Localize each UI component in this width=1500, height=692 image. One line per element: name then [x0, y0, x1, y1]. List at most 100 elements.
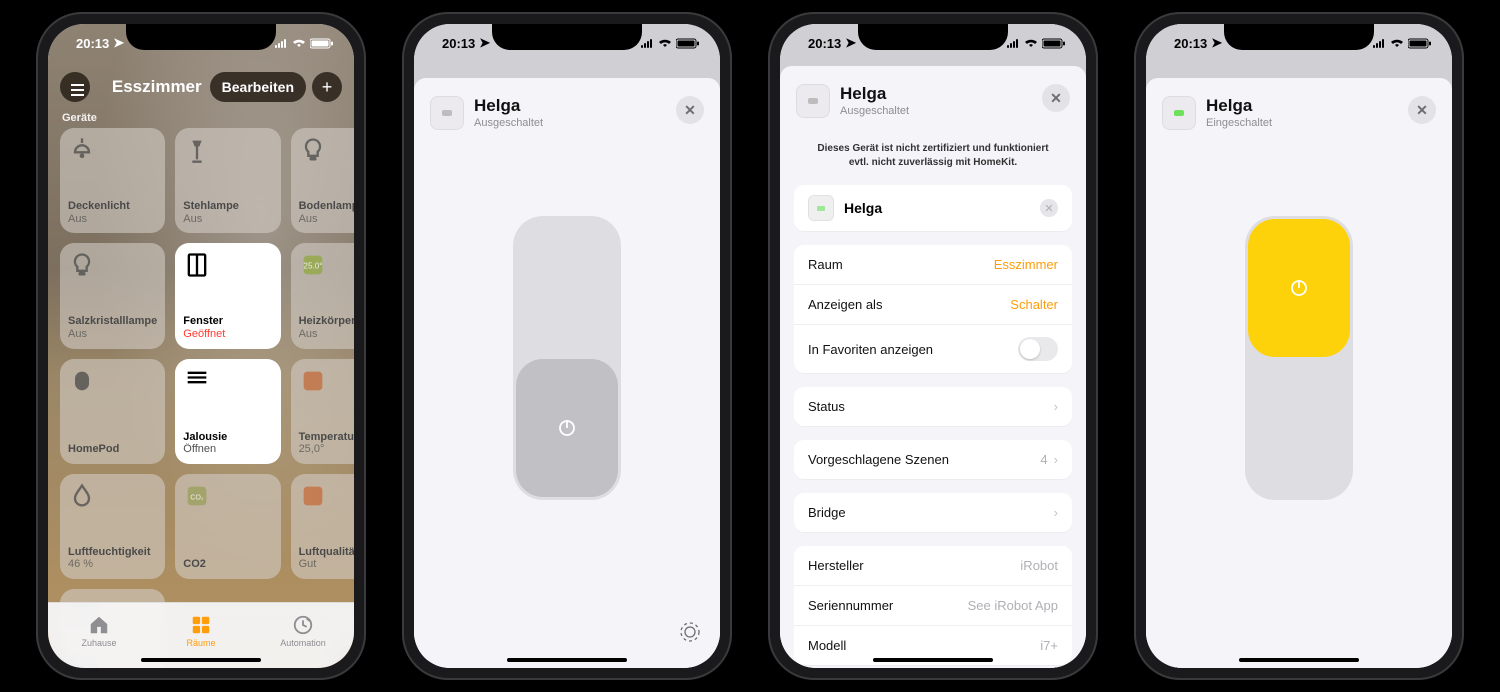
tile-status: Geöffnet [183, 328, 272, 341]
power-knob-off[interactable] [516, 359, 618, 497]
list-view-button[interactable] [60, 72, 90, 102]
row-bridge[interactable]: Bridge › [794, 493, 1072, 532]
home-indicator[interactable] [1239, 658, 1359, 662]
location-icon: ➤ [845, 35, 856, 51]
clear-name-button[interactable]: ✕ [1040, 199, 1058, 217]
air-icon [299, 482, 327, 510]
bulb-icon [68, 251, 96, 279]
row-favorites: In Favoriten anzeigen [794, 324, 1072, 373]
device-tile-fenster[interactable]: FensterGeöffnet [175, 243, 280, 348]
chevron-right-icon: › [1054, 399, 1058, 414]
row-room[interactable]: Raum Esszimmer [794, 245, 1072, 284]
tile-name: HomePod [68, 443, 157, 456]
tile-status: Gut [299, 558, 354, 571]
accessory-name: Helga [1206, 96, 1272, 116]
device-tile-stehlampe[interactable]: StehlampeAus [175, 128, 280, 233]
row-suggested-scenes[interactable]: Vorgeschlagene Szenen 4 › [794, 440, 1072, 479]
row-maker-value: iRobot [1020, 558, 1058, 573]
accessory-thumb [1162, 96, 1196, 130]
tab-automation[interactable]: Automation [252, 603, 354, 668]
phone-3: 20:13 ➤ Helga Ausgeschaltet ✕ Dieses Ger… [768, 12, 1098, 680]
tile-name: Heizkörper [299, 315, 354, 328]
close-button[interactable]: ✕ [676, 96, 704, 124]
location-icon: ➤ [479, 35, 490, 51]
tile-name: Luftqualität [299, 546, 354, 559]
settings-gear-button[interactable] [676, 618, 704, 646]
status-icons [1373, 38, 1432, 49]
accessory-thumb [430, 96, 464, 130]
accessory-name-field[interactable]: Helga [844, 200, 882, 216]
row-model-label: Modell [808, 638, 846, 653]
power-slider[interactable] [1245, 216, 1353, 500]
device-tile-salzkristalllampe[interactable]: SalzkristalllampeAus [60, 243, 165, 348]
device-tile-deckenlicht[interactable]: DeckenlichtAus [60, 128, 165, 233]
close-button[interactable]: ✕ [1042, 84, 1070, 112]
thermo-icon: 25.0° [299, 251, 327, 279]
tab-rooms-label: Räume [186, 638, 215, 648]
status-time: 20:13 [442, 36, 475, 51]
notch [858, 24, 1008, 50]
device-tile-bodenlampe[interactable]: BodenlampeAus [291, 128, 354, 233]
row-scenes-count: 4 [1040, 452, 1047, 467]
tile-status: 46 % [68, 558, 157, 571]
device-tile-temperatur[interactable]: Temperatur25,0° [291, 359, 354, 464]
accessory-state: Eingeschaltet [1206, 117, 1272, 129]
power-knob-on[interactable] [1248, 219, 1350, 357]
row-serial-value: See iRobot App [968, 598, 1058, 613]
accessory-settings-sheet: Helga Ausgeschaltet ✕ Dieses Gerät ist n… [780, 66, 1086, 668]
device-tile-luftqualität[interactable]: LuftqualitätGut [291, 474, 354, 579]
home-indicator[interactable] [507, 658, 627, 662]
certification-warning: Dieses Gerät ist nicht zertifiziert und … [780, 124, 1086, 185]
tile-status: Aus [68, 213, 157, 226]
status-icons [275, 38, 334, 49]
tile-status: Aus [68, 328, 157, 341]
status-icons [1007, 38, 1066, 49]
notch [126, 24, 276, 50]
row-showas-value: Schalter [1010, 297, 1058, 312]
row-maker-label: Hersteller [808, 558, 864, 573]
row-serial: Seriennummer See iRobot App [794, 585, 1072, 625]
homepod-icon [68, 367, 96, 395]
tab-home[interactable]: Zuhause [48, 603, 150, 668]
row-fav-label: In Favoriten anzeigen [808, 342, 933, 357]
status-time: 20:13 [808, 36, 841, 51]
notch [1224, 24, 1374, 50]
row-scenes-label: Vorgeschlagene Szenen [808, 452, 949, 467]
row-showas-label: Anzeigen als [808, 297, 882, 312]
tile-status: Aus [299, 213, 354, 226]
row-show-as[interactable]: Anzeigen als Schalter [794, 284, 1072, 324]
close-button[interactable]: ✕ [1408, 96, 1436, 124]
tile-status: Aus [299, 328, 354, 341]
tile-status: Aus [183, 213, 272, 226]
home-indicator[interactable] [141, 658, 261, 662]
device-tile-luftfeuchtigkeit[interactable]: Luftfeuchtigkeit46 % [60, 474, 165, 579]
humidity-icon [68, 482, 96, 510]
tile-name: Deckenlicht [68, 200, 157, 213]
accessory-name: Helga [840, 84, 909, 104]
bulb-icon [299, 136, 327, 164]
row-status[interactable]: Status › [794, 387, 1072, 426]
device-tile-homepod[interactable]: HomePod [60, 359, 165, 464]
accessory-mini-thumb [808, 195, 834, 221]
device-tile-heizkörper[interactable]: 25.0° HeizkörperAus [291, 243, 354, 348]
chevron-right-icon: › [1054, 452, 1058, 467]
notch [492, 24, 642, 50]
power-slider[interactable] [513, 216, 621, 500]
edit-button[interactable]: Bearbeiten [210, 72, 306, 102]
phone-4: 20:13 ➤ Helga Eingeschaltet ✕ [1134, 12, 1464, 680]
status-icons [641, 38, 700, 49]
row-room-label: Raum [808, 257, 843, 272]
add-button[interactable]: + [312, 72, 342, 102]
status-time: 20:13 [1174, 36, 1207, 51]
tile-name: Jalousie [183, 431, 272, 444]
tile-status: 25,0° [299, 443, 354, 456]
chevron-right-icon: › [1054, 505, 1058, 520]
device-tile-jalousie[interactable]: JalousieÖffnen [175, 359, 280, 464]
device-tile-co2[interactable]: CO₂CO2 [175, 474, 280, 579]
svg-text:25.0°: 25.0° [303, 262, 322, 271]
location-icon: ➤ [113, 35, 124, 51]
accessory-sheet: Helga Eingeschaltet ✕ [1146, 78, 1452, 668]
home-indicator[interactable] [873, 658, 993, 662]
tile-name: Luftfeuchtigkeit [68, 546, 157, 559]
favorites-toggle[interactable] [1018, 337, 1058, 361]
